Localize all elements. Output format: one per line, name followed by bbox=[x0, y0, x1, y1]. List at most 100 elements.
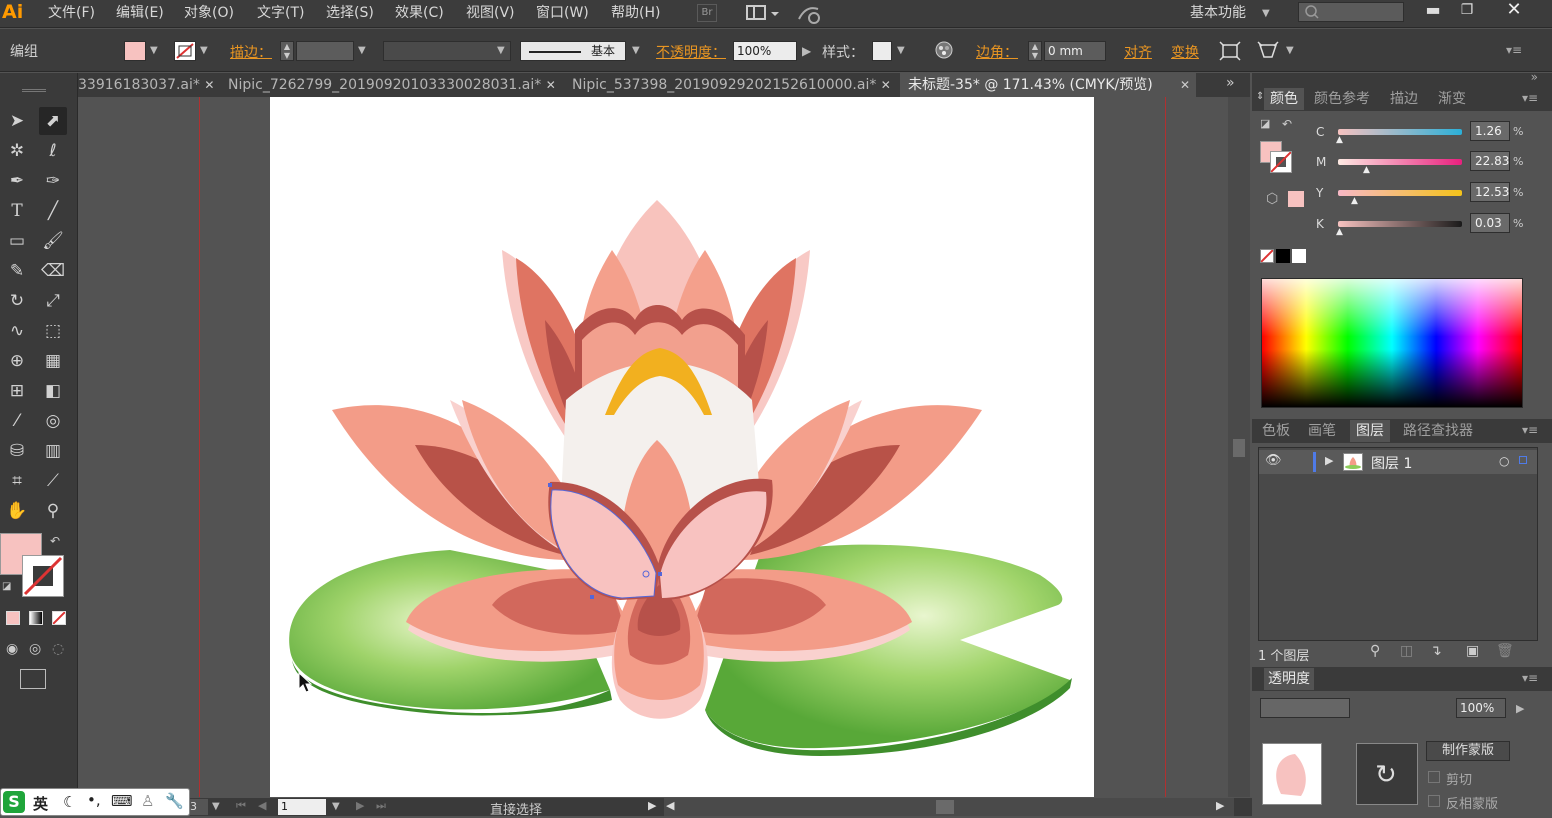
recolor-artwork-button[interactable] bbox=[934, 40, 954, 60]
visibility-eye-icon[interactable]: 👁 bbox=[1265, 453, 1282, 468]
tab-brushes[interactable]: 画笔 bbox=[1308, 420, 1336, 442]
document-tab-3[interactable]: Nipic_537398_20190929202152610000.ai* ✕ bbox=[572, 73, 890, 97]
fill-swatch[interactable] bbox=[124, 41, 146, 61]
type-tool[interactable]: T bbox=[3, 197, 31, 225]
color-spectrum[interactable] bbox=[1261, 278, 1523, 408]
minimize-button[interactable]: ▬ bbox=[1420, 0, 1446, 22]
hand-tool[interactable]: ✋ bbox=[3, 497, 31, 525]
stroke-swatch[interactable] bbox=[174, 41, 196, 61]
gradient-tool[interactable]: ◧ bbox=[39, 377, 67, 405]
gradient-mode-button[interactable] bbox=[29, 611, 43, 625]
selection-tool[interactable]: ➤ bbox=[3, 107, 31, 135]
workspace-switcher[interactable]: 基本功能 bbox=[1190, 3, 1246, 23]
ime-language[interactable]: 英 bbox=[33, 793, 48, 814]
line-tool[interactable]: ╱ bbox=[39, 197, 67, 225]
document-tab-2[interactable]: Nipic_7262799_20190920103330028031.ai* ✕ bbox=[228, 73, 558, 97]
layers-panel-menu-icon[interactable]: ▾≡ bbox=[1522, 423, 1538, 437]
black-swatch[interactable] bbox=[1276, 249, 1290, 263]
isolate-group-button[interactable] bbox=[1218, 39, 1242, 63]
more-tabs-icon[interactable]: » bbox=[1226, 75, 1235, 91]
cyan-slider-thumb[interactable]: ▲ bbox=[1336, 135, 1343, 145]
vertical-scroll-thumb[interactable] bbox=[1233, 439, 1245, 457]
align-link[interactable]: 对齐 bbox=[1124, 42, 1152, 62]
tab-layers[interactable]: 图层 bbox=[1350, 420, 1390, 442]
make-clipping-mask-icon[interactable]: ◫ bbox=[1400, 643, 1413, 659]
sogou-logo-icon[interactable]: S bbox=[3, 791, 25, 813]
keyboard-icon[interactable]: ⌨ bbox=[111, 792, 133, 810]
draw-inside-icon[interactable]: ◌ bbox=[52, 641, 64, 657]
swap-colors-icon[interactable]: ↶ bbox=[50, 534, 60, 548]
tab-gradient[interactable]: 渐变 bbox=[1438, 88, 1466, 110]
black-slider[interactable] bbox=[1338, 221, 1462, 227]
expand-triangle-icon[interactable]: ▶ bbox=[1325, 454, 1333, 467]
anchor-point-bottom[interactable] bbox=[590, 595, 594, 599]
new-sublayer-icon[interactable]: ↴ bbox=[1430, 643, 1442, 659]
corners-link[interactable]: 边角： bbox=[976, 42, 1018, 62]
shape-builder-tool[interactable]: ⊕ bbox=[3, 347, 31, 375]
corner-stepper[interactable]: ▲ ▼ bbox=[1028, 41, 1042, 61]
vertical-scrollbar[interactable] bbox=[1228, 97, 1250, 797]
anchor-point-left[interactable] bbox=[548, 483, 552, 487]
last-artboard-icon[interactable]: ⏭ bbox=[376, 799, 386, 813]
magenta-value[interactable]: 22.83 bbox=[1470, 151, 1510, 171]
none-mode-button[interactable] bbox=[52, 611, 66, 625]
variable-width-profile[interactable] bbox=[383, 41, 511, 61]
menu-effect[interactable]: 效果(C) bbox=[395, 3, 444, 23]
halfwidth-moon-icon[interactable]: ☾ bbox=[63, 793, 76, 811]
document-tab-active[interactable]: 未标题-35* @ 171.43% (CMYK/预览) ✕ bbox=[900, 73, 1196, 97]
transparency-menu-icon[interactable]: ▾≡ bbox=[1522, 671, 1538, 685]
yellow-value[interactable]: 12.53 bbox=[1470, 182, 1510, 202]
previous-artboard-icon[interactable]: ◀ bbox=[258, 799, 266, 812]
close-icon[interactable]: ✕ bbox=[546, 78, 556, 92]
menu-edit[interactable]: 编辑(E) bbox=[116, 3, 164, 23]
slice-tool[interactable]: ⟋ bbox=[39, 467, 67, 495]
mesh-tool[interactable]: ⊞ bbox=[3, 377, 31, 405]
bridge-button[interactable]: Br bbox=[697, 4, 717, 22]
pencil-tool[interactable]: ✎ bbox=[3, 257, 31, 285]
delete-layer-icon[interactable]: 🗑 bbox=[1496, 643, 1514, 659]
free-transform-tool[interactable]: ⬚ bbox=[39, 317, 67, 345]
gpu-performance-button[interactable] bbox=[796, 3, 824, 25]
opacity-arrow-icon[interactable]: ▶ bbox=[802, 44, 811, 58]
arrange-documents-button[interactable] bbox=[746, 4, 780, 22]
anchor-point-selected[interactable] bbox=[658, 572, 662, 576]
none-swatch[interactable] bbox=[1260, 249, 1274, 263]
black-slider-thumb[interactable]: ▲ bbox=[1336, 227, 1343, 237]
restore-button[interactable]: ❐ bbox=[1454, 0, 1480, 22]
menu-select[interactable]: 选择(S) bbox=[326, 3, 374, 23]
zoom-field[interactable]: 3 bbox=[190, 799, 208, 815]
close-icon[interactable]: ✕ bbox=[204, 78, 214, 92]
screen-mode-button[interactable] bbox=[20, 669, 46, 689]
pen-tool[interactable]: ✒ bbox=[3, 167, 31, 195]
tab-swatches[interactable]: 色板 bbox=[1262, 420, 1290, 442]
first-artboard-icon[interactable]: ⏮ bbox=[236, 799, 246, 813]
stroke-weight-stepper[interactable]: ▲ ▼ bbox=[280, 41, 294, 61]
blend-mode-select[interactable] bbox=[1260, 698, 1350, 718]
make-mask-button[interactable]: 制作蒙版 bbox=[1426, 741, 1510, 761]
transparency-opacity-arrow-icon[interactable]: ▶ bbox=[1516, 702, 1524, 715]
rotate-tool[interactable]: ↻ bbox=[3, 287, 31, 315]
eyedropper-tool[interactable]: ⁄ bbox=[3, 407, 31, 435]
status-menu-arrow-icon[interactable]: ▶ bbox=[648, 799, 656, 812]
black-value[interactable]: 0.03 bbox=[1470, 213, 1510, 233]
swap-fill-stroke-icon[interactable]: ↶ bbox=[1282, 117, 1292, 131]
document-tab-1[interactable]: 33916183037.ai* ✕ bbox=[78, 73, 216, 97]
eraser-tool[interactable]: ⌫ bbox=[39, 257, 67, 285]
punctuation-icon[interactable]: •, bbox=[87, 791, 101, 809]
invert-mask-checkbox[interactable] bbox=[1428, 795, 1440, 807]
magenta-slider-thumb[interactable]: ▲ bbox=[1363, 165, 1370, 175]
draw-normal-icon[interactable]: ◉ bbox=[6, 641, 18, 657]
scale-tool[interactable]: ⤢ bbox=[39, 287, 67, 315]
graphic-style-swatch[interactable] bbox=[872, 41, 892, 61]
target-circle-icon[interactable]: ○ bbox=[1499, 454, 1509, 468]
scroll-right-icon[interactable]: ▶ bbox=[1216, 799, 1224, 812]
cyan-value[interactable]: 1.26 bbox=[1470, 121, 1510, 141]
column-graph-tool[interactable]: ▥ bbox=[39, 437, 67, 465]
horizontal-scrollbar[interactable]: ◀ ▶ bbox=[664, 798, 1234, 816]
blend-tool[interactable]: ◎ bbox=[39, 407, 67, 435]
tab-pathfinder[interactable]: 路径查找器 bbox=[1403, 420, 1473, 442]
out-of-gamut-icon[interactable]: ⬡ bbox=[1266, 191, 1278, 207]
color-mode-button[interactable] bbox=[6, 611, 20, 625]
menu-file[interactable]: 文件(F) bbox=[48, 3, 95, 23]
menu-view[interactable]: 视图(V) bbox=[466, 3, 515, 23]
